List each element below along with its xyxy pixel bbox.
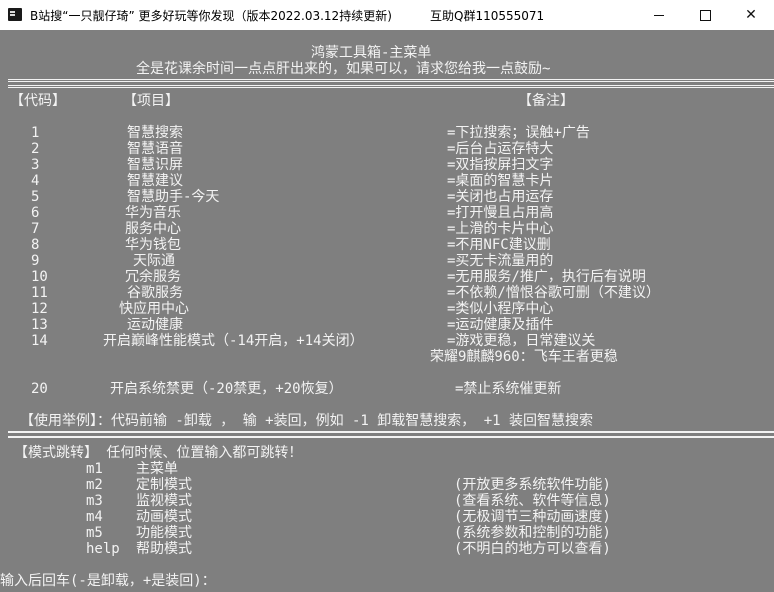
mode-name: 帮助模式 — [136, 541, 192, 557]
menu-subtitle: 全是花课余时间一点点肝出来的，如果可以，请求您给我一点鼓励~ — [136, 61, 551, 77]
minimize-button[interactable] — [636, 0, 682, 30]
column-note-header: 【备注】 — [518, 93, 574, 109]
menu-title: 鸿蒙工具箱-主菜单 — [311, 45, 432, 61]
mode-key: m5 — [86, 525, 103, 541]
menu-item-name: 智慧语音 — [127, 141, 183, 157]
mode-description: (无极调节三种动画速度) — [454, 509, 611, 525]
menu-item-name: 运动健康 — [127, 317, 183, 333]
menu-item-name: 智慧识屏 — [127, 157, 183, 173]
menu-item-note: =上滑的卡片中心 — [447, 221, 554, 237]
column-code-header: 【代码】 — [10, 93, 66, 109]
window-title: B站搜“一只靓仔琦” 更多好玩等你发现（版本2022.03.12持续更新) — [30, 9, 392, 23]
mode-key: m1 — [86, 461, 103, 477]
menu-code: 7 — [31, 221, 40, 237]
menu-code: 10 — [31, 269, 48, 285]
mode-description: (系统参数和控制的功能) — [454, 525, 611, 541]
menu-code: 6 — [31, 205, 40, 221]
menu-item-name: 华为音乐 — [125, 205, 181, 221]
mode-key: m2 — [86, 477, 103, 493]
menu-item-note: =关闭也占用运存 — [447, 189, 554, 205]
menu-item-note: =不用NFC建议删 — [447, 237, 551, 253]
menu-item-note: =桌面的智慧卡片 — [447, 173, 554, 189]
mode-description: (查看系统、软件等信息) — [454, 493, 611, 509]
column-item-header: 【项目】 — [123, 93, 179, 109]
menu-item-note: =双指按屏扫文字 — [447, 157, 554, 173]
mode-name: 动画模式 — [136, 509, 192, 525]
menu-item-name: 智慧搜索 — [127, 125, 183, 141]
menu-extra-note: 荣耀9麒麟960：飞车王者更稳 — [430, 349, 618, 365]
menu-item-20: 开启系统禁更（-20禁更，+20恢复） — [110, 381, 343, 397]
maximize-icon — [699, 9, 711, 21]
qq-group-label: 互助Q群110555071 — [430, 9, 545, 23]
close-button[interactable]: ✕ — [728, 0, 774, 30]
menu-code: 14 — [31, 333, 48, 349]
menu-item-note: =买无卡流量用的 — [447, 253, 554, 269]
menu-code: 9 — [31, 253, 40, 269]
menu-note-20: =禁止系统催更新 — [455, 381, 562, 397]
menu-item-name: 华为钱包 — [125, 237, 181, 253]
mode-name: 监视模式 — [136, 493, 192, 509]
menu-item-name: 谷歌服务 — [127, 285, 183, 301]
menu-code-20: 20 — [31, 381, 48, 397]
menu-item-name: 智慧建议 — [127, 173, 183, 189]
menu-item-note: =下拉搜索；误触+广告 — [447, 125, 590, 141]
menu-item-note: =类似小程序中心 — [447, 301, 554, 317]
menu-item-note: =打开慢且占用高 — [447, 205, 554, 221]
separator — [8, 79, 774, 88]
minimize-icon — [654, 14, 664, 16]
mode-key: m4 — [86, 509, 103, 525]
mode-description: (不明白的地方可以查看) — [454, 541, 611, 557]
modes-heading: 【模式跳转】 任何时候、位置输入都可跳转！ — [14, 445, 303, 461]
mode-name: 主菜单 — [136, 461, 178, 477]
mode-description: (开放更多系统软件功能) — [454, 477, 611, 493]
menu-code: 8 — [31, 237, 40, 253]
input-prompt[interactable]: 输入后回车(-是卸载，+是装回)： — [0, 573, 216, 589]
mode-name: 定制模式 — [136, 477, 192, 493]
menu-code: 4 — [31, 173, 40, 189]
menu-item-name: 快应用中心 — [119, 301, 189, 317]
menu-item-note: =不依赖/憎恨谷歌可删（不建议） — [447, 285, 660, 301]
menu-item-note: =运动健康及插件 — [447, 317, 554, 333]
menu-item-note: =无用服务/推广，执行后有说明 — [447, 269, 646, 285]
menu-item-name: 开启巅峰性能模式（-14开启，+14关闭） — [103, 333, 364, 349]
menu-code: 12 — [31, 301, 48, 317]
menu-item-name: 冗余服务 — [125, 269, 181, 285]
menu-code: 11 — [31, 285, 48, 301]
usage-example: 【使用举例】：代码前输 -卸载 ， 输 +装回，例如 -1 卸载智慧搜索， +1… — [20, 413, 593, 429]
maximize-button[interactable] — [682, 0, 728, 30]
menu-item-name: 天际通 — [133, 253, 175, 269]
menu-code: 5 — [31, 189, 40, 205]
mode-name: 功能模式 — [136, 525, 192, 541]
separator — [8, 431, 774, 438]
menu-code: 2 — [31, 141, 40, 157]
console-app-icon — [8, 8, 22, 21]
console-output[interactable]: 鸿蒙工具箱-主菜单 全是花课余时间一点点肝出来的，如果可以，请求您给我一点鼓励~… — [0, 30, 774, 592]
title-bar: B站搜“一只靓仔琦” 更多好玩等你发现（版本2022.03.12持续更新) 互助… — [0, 0, 774, 30]
menu-item-note: =游戏更稳，日常建议关 — [447, 333, 596, 349]
menu-code: 3 — [31, 157, 40, 173]
menu-item-name: 服务中心 — [125, 221, 181, 237]
mode-key: help — [86, 541, 120, 557]
menu-code: 1 — [31, 125, 40, 141]
menu-item-note: =后台占运存特大 — [447, 141, 554, 157]
menu-item-name: 智慧助手-今天 — [127, 189, 220, 205]
mode-key: m3 — [86, 493, 103, 509]
menu-code: 13 — [31, 317, 48, 333]
